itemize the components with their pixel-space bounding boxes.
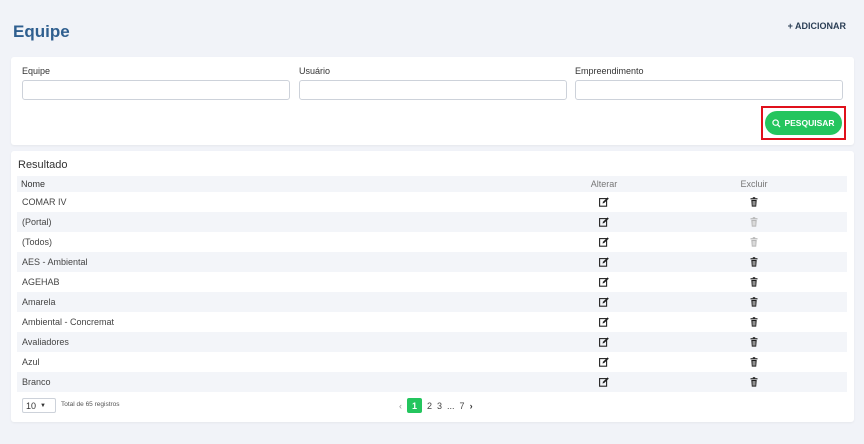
table-row: AES - Ambiental [17,252,847,272]
edit-icon[interactable] [599,257,609,268]
search-button[interactable]: PESQUISAR [765,111,842,135]
table-row: AGEHAB [17,272,847,292]
page-2[interactable]: 2 [427,401,432,411]
search-button-highlight: PESQUISAR [761,106,846,140]
edit-icon[interactable] [599,277,609,288]
delete-cell [661,312,847,332]
row-nome: Avaliadores [17,332,547,352]
delete-cell [661,192,847,212]
page-1[interactable]: 1 [407,398,422,413]
delete-cell [661,252,847,272]
empreendimento-label: Empreendimento [575,66,644,76]
column-excluir: Excluir [661,176,847,192]
page-ellipsis: ... [447,400,455,411]
pagination: ‹ 1 2 3 ... 7 › [399,398,473,413]
table-row: (Portal) [17,212,847,232]
edit-icon[interactable] [599,377,609,388]
search-button-label: PESQUISAR [784,118,835,128]
trash-icon[interactable] [749,337,759,347]
add-button[interactable]: + ADICIONAR [788,21,846,31]
results-title: Resultado [18,159,68,171]
row-nome: COMAR IV [22,197,67,207]
table-row: Branco [17,372,847,392]
page-size-select[interactable]: 10 ▼ [22,398,56,413]
table-row: Avaliadores [17,332,847,352]
table-header: Nome Alterar Excluir [17,176,847,192]
column-alterar: Alterar [547,176,661,192]
table-row: Ambiental - Concremat [17,312,847,332]
delete-cell [661,292,847,312]
empreendimento-input[interactable] [575,80,843,100]
row-nome: Branco [17,372,547,392]
usuario-input[interactable] [299,80,567,100]
trash-icon [750,237,758,247]
trash-icon[interactable] [749,377,759,387]
edit-cell [547,352,661,372]
table-footer: 10 ▼ Total de 65 registros ‹ 1 2 3 ... 7… [22,398,842,414]
trash-icon[interactable] [749,317,759,327]
edit-cell [547,332,661,352]
row-nome: AGEHAB [22,277,60,287]
trash-icon[interactable] [749,197,759,207]
edit-cell [547,372,661,392]
edit-cell [547,212,661,232]
edit-cell [547,192,661,212]
edit-cell [547,292,661,312]
delete-cell [661,232,847,252]
chevron-down-icon: ▼ [40,402,46,409]
row-nome: Azul [22,357,40,367]
row-nome: (Todos) [22,237,53,247]
trash-icon [750,217,758,227]
table-row: Amarela [17,292,847,312]
edit-cell [547,232,661,252]
delete-cell [661,272,847,292]
results-panel: Resultado Nome Alterar Excluir COMAR IV (… [11,151,854,422]
filter-panel: Equipe Usuário Empreendimento PESQUISAR [11,57,854,145]
table-row: Azul [17,352,847,372]
edit-icon[interactable] [599,337,609,348]
empreendimento-field-group: Empreendimento [575,66,843,100]
total-records: Total de 65 registros [61,401,120,408]
equipe-label: Equipe [22,66,51,76]
table-row: (Todos) [17,232,847,252]
delete-cell [661,332,847,352]
prev-page-icon[interactable]: ‹ [399,401,402,411]
trash-icon[interactable] [749,357,759,367]
trash-icon[interactable] [749,297,759,307]
edit-cell [547,312,661,332]
results-table: Nome Alterar Excluir COMAR IV (Portal) (To… [17,176,847,392]
row-nome: Ambiental - Concremat [22,317,115,327]
row-nome: (Portal) [17,212,547,232]
page-size-value: 10 [26,400,37,411]
equipe-input[interactable] [22,80,290,100]
next-page-icon[interactable]: › [470,401,473,411]
trash-icon[interactable] [749,277,759,287]
edit-icon[interactable] [599,217,609,228]
delete-cell [661,212,847,232]
delete-cell [661,352,847,372]
edit-icon[interactable] [599,197,609,208]
page-7[interactable]: 7 [460,401,465,411]
row-nome: AES - Ambiental [17,252,547,272]
edit-icon[interactable] [599,357,609,368]
trash-icon[interactable] [749,257,759,267]
page-3[interactable]: 3 [437,401,442,411]
page-title: Equipe [13,22,70,41]
usuario-label: Usuário [299,66,331,76]
edit-icon[interactable] [599,317,609,328]
edit-cell [547,272,661,292]
column-nome: Nome [17,176,547,192]
edit-cell [547,252,661,272]
usuario-field-group: Usuário [299,66,567,100]
table-row: COMAR IV [17,192,847,212]
equipe-field-group: Equipe [22,66,290,100]
edit-icon[interactable] [599,297,609,308]
edit-icon[interactable] [599,237,609,248]
delete-cell [661,372,847,392]
search-icon [772,118,781,128]
row-nome: Amarela [17,292,547,312]
